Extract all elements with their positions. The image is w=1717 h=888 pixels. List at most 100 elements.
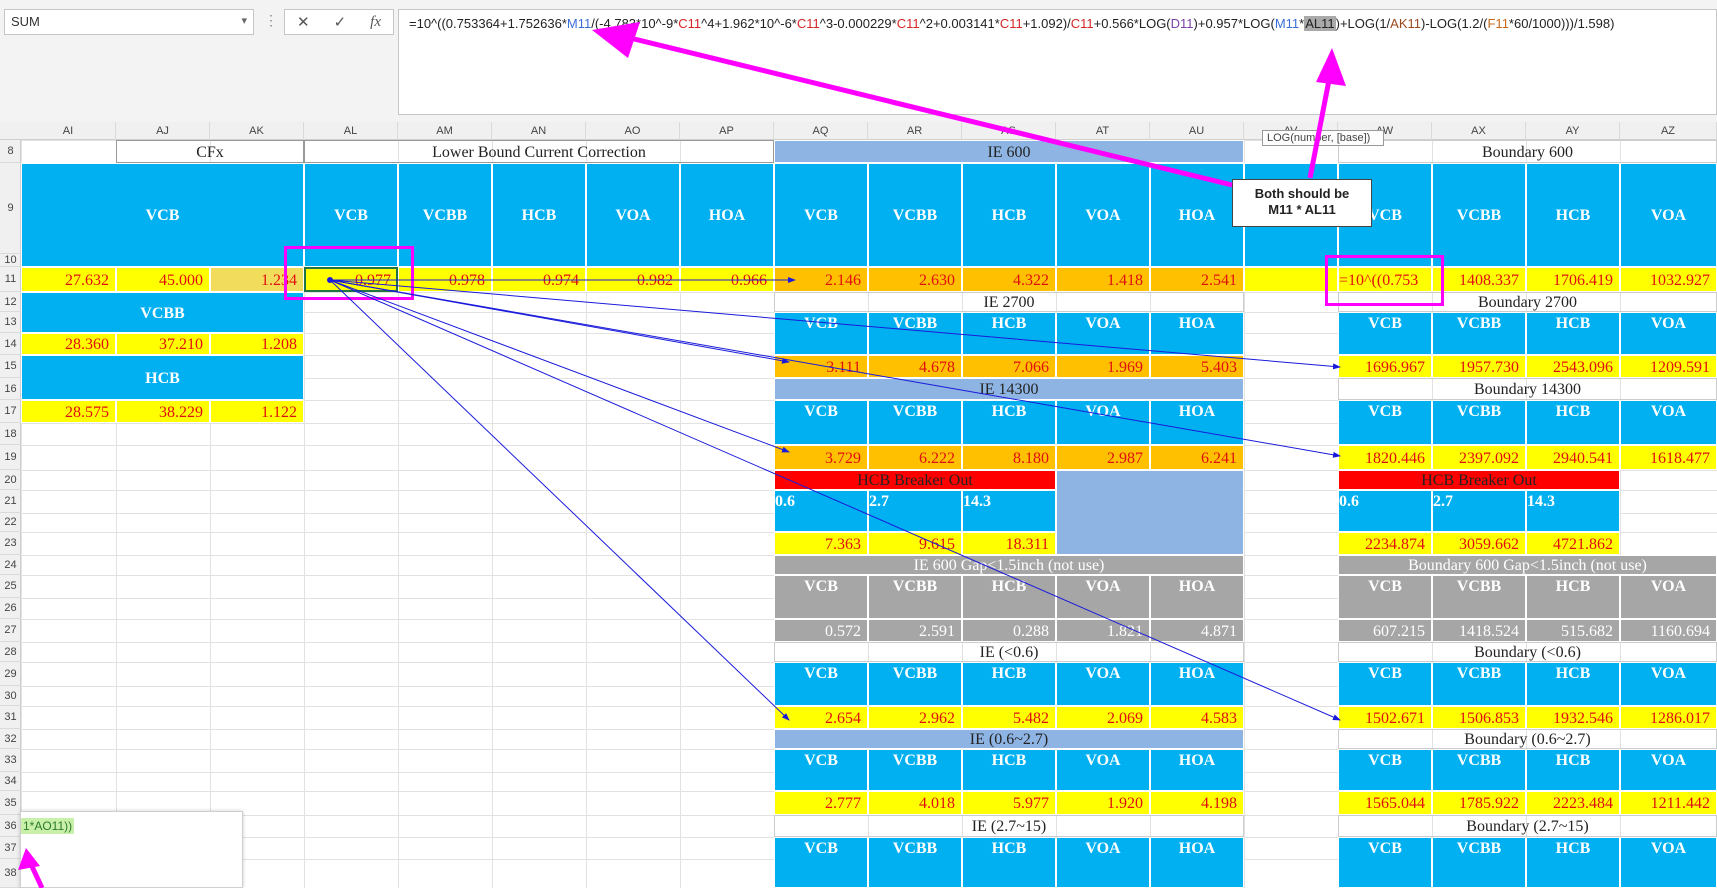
ie-06-27-value[interactable]: 2.777 [774,791,868,815]
b2700-value[interactable]: 2543.096 [1526,355,1620,378]
ie600gap-value[interactable]: 1.821 [1056,619,1150,642]
row-header[interactable]: 33 [0,749,21,772]
header-hoa[interactable]: HOA [1150,749,1244,791]
more-options-icon[interactable]: ⋮ [264,12,278,29]
b600-value[interactable]: 1706.419 [1526,267,1620,292]
hcbout-b-value[interactable]: 4721.862 [1526,532,1620,555]
header-vcb[interactable]: VCB [1338,837,1432,888]
header-voa[interactable]: VOA [1620,662,1717,706]
b14300-value[interactable]: 1618.477 [1620,445,1717,470]
header-voa[interactable]: VOA [1056,163,1150,267]
column-header[interactable]: AT [1056,122,1150,140]
header-vcb[interactable]: VCB [774,312,868,355]
header-vcbb[interactable]: VCBB [868,662,962,706]
chevron-down-icon[interactable]: ▾ [241,14,247,27]
header-vcbb[interactable]: VCBB [1432,400,1526,445]
lbcc-value[interactable]: 0.966 [680,267,774,292]
b2700-value[interactable]: 1696.967 [1338,355,1432,378]
ie2700-value[interactable]: 1.969 [1056,355,1150,378]
header-vcbb[interactable]: VCBB [1432,575,1526,619]
cfx-hcb-value[interactable]: 28.575 [21,400,116,423]
header-hcb[interactable]: HCB [1526,312,1620,355]
lbcc-value[interactable]: 0.982 [586,267,680,292]
header-vcb[interactable]: VCB [21,163,304,267]
column-header[interactable]: AX [1432,122,1526,140]
header-hcb[interactable]: HCB [962,163,1056,267]
row-header[interactable]: 35 [0,791,21,815]
hcbout-ie-value[interactable]: 9.615 [868,532,962,555]
header-hoa[interactable]: HOA [1150,163,1244,267]
header-vcbb[interactable]: VCBB [1432,312,1526,355]
header-voa[interactable]: VOA [1056,749,1150,791]
header-hcb[interactable]: HCB [1526,837,1620,888]
row-header[interactable]: 15 [0,355,21,378]
header-hcb[interactable]: HCB [1526,400,1620,445]
header-hoa[interactable]: HOA [1150,837,1244,888]
header-voa[interactable]: VOA [1620,575,1717,619]
row-header[interactable]: 18 [0,423,21,445]
header-vcb[interactable]: VCB [774,662,868,706]
header-hcb[interactable]: HCB [21,355,304,400]
row-header[interactable]: 14 [0,333,21,355]
cfx-vcbb-value[interactable]: 1.208 [210,333,304,355]
ie-lt06-value[interactable]: 2.654 [774,706,868,729]
header-h27[interactable]: 2.7 [868,490,962,532]
header-vcb[interactable]: VCB [1338,400,1432,445]
b-lt06-value[interactable]: 1932.546 [1526,706,1620,729]
hcbout-b-value[interactable]: 3059.662 [1432,532,1526,555]
header-hoa[interactable]: HOA [680,163,774,267]
header-hoa[interactable]: HOA [1150,312,1244,355]
header-vcb[interactable]: VCB [1338,312,1432,355]
b600gap-value[interactable]: 607.215 [1338,619,1432,642]
ie600-value[interactable]: 2.630 [868,267,962,292]
row-header[interactable]: 29 [0,662,21,686]
row-header[interactable]: 37 [0,837,21,859]
ie-06-27-value[interactable]: 4.198 [1150,791,1244,815]
row-header[interactable]: 8 [0,140,21,163]
header-vcbb[interactable]: VCBB [1432,837,1526,888]
column-header[interactable]: AS [962,122,1056,140]
header-vcbb[interactable]: VCBB [868,163,962,267]
row-header[interactable]: 26 [0,598,21,619]
section-title-b14300[interactable]: Boundary 14300 [1338,378,1717,400]
ie600gap-value[interactable]: 0.288 [962,619,1056,642]
ie2700-value[interactable]: 3.111 [774,355,868,378]
row-header[interactable]: 10 [0,254,21,267]
ie2700-value[interactable]: 5.403 [1150,355,1244,378]
header-hcb[interactable]: HCB [962,312,1056,355]
formula-input[interactable]: =10^((0.753364+1.752636*M11/(-4.783*10^-… [398,9,1717,115]
ie14300-value[interactable]: 6.222 [868,445,962,470]
column-header[interactable]: AR [868,122,962,140]
column-header[interactable]: AJ [116,122,210,140]
header-voa[interactable]: VOA [1056,575,1150,619]
blank-lightblue-cell[interactable] [1056,470,1244,555]
row-header[interactable]: 24 [0,555,21,575]
header-vcbb[interactable]: VCBB [868,400,962,445]
section-title-hcb-out-b[interactable]: HCB Breaker Out [1338,470,1620,490]
header-vcb[interactable]: VCB [774,400,868,445]
header-voa[interactable]: VOA [1056,400,1150,445]
b600-value[interactable]: 1032.927 [1620,267,1717,292]
header-hoa[interactable]: HOA [1150,662,1244,706]
column-header[interactable]: AK [210,122,304,140]
row-header[interactable]: 32 [0,729,21,749]
header-vcb[interactable]: VCB [1338,749,1432,791]
row-header[interactable]: 28 [0,642,21,662]
b600gap-value[interactable]: 515.682 [1526,619,1620,642]
row-header[interactable]: 34 [0,772,21,791]
row-header[interactable]: 21 [0,490,21,513]
header-vcbb[interactable]: VCBB [21,292,304,333]
header-vcbb[interactable]: VCBB [1432,163,1526,267]
header-hoa[interactable]: HOA [1150,575,1244,619]
row-header[interactable]: 17 [0,400,21,423]
section-title-b-lt06[interactable]: Boundary (<0.6) [1338,642,1717,662]
header-hcb[interactable]: HCB [962,400,1056,445]
b-lt06-value[interactable]: 1502.671 [1338,706,1432,729]
row-header[interactable]: 13 [0,312,21,333]
lbcc-value[interactable]: 0.974 [492,267,586,292]
section-title-cfx[interactable]: CFx [116,140,304,163]
section-title-ie-27-15[interactable]: IE (2.7~15) [774,815,1244,837]
header-vcb[interactable]: VCB [774,749,868,791]
ie600gap-value[interactable]: 2.591 [868,619,962,642]
header-voa[interactable]: VOA [1056,312,1150,355]
